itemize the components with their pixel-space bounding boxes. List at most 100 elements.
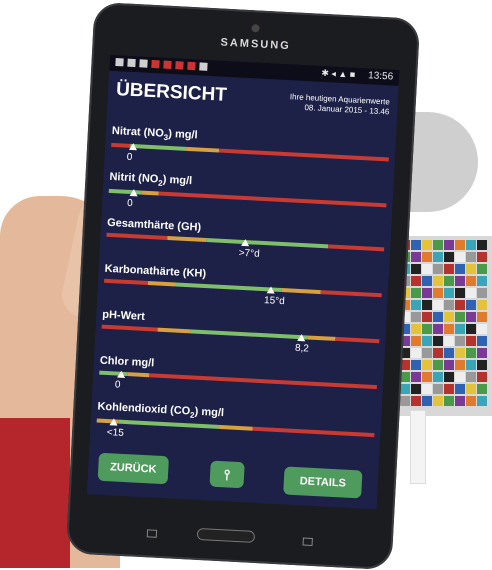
- color-swatch: [400, 384, 410, 394]
- color-swatch: [433, 360, 443, 370]
- color-swatch: [466, 276, 476, 286]
- parameter-row: Gesamthärte (GH) >7°d: [106, 217, 385, 260]
- color-swatch: [422, 300, 432, 310]
- color-swatch: [422, 264, 432, 274]
- value-marker-icon: [109, 418, 118, 426]
- message-notification-icon: [127, 58, 136, 68]
- back-key-icon[interactable]: [302, 537, 313, 546]
- front-camera: [251, 24, 260, 33]
- parameter-value: <15: [106, 427, 125, 440]
- color-swatch: [433, 384, 443, 394]
- color-swatch: [455, 264, 465, 274]
- color-swatch: [477, 240, 487, 250]
- test-strip: [410, 410, 426, 484]
- range-segment: [334, 336, 380, 344]
- color-swatch: [477, 336, 487, 346]
- parameter-row: Nitrat (NO3) mg/l 0: [111, 125, 390, 163]
- color-swatch: [444, 252, 454, 262]
- app-notification-icon: [187, 61, 196, 71]
- color-swatch: [455, 288, 465, 298]
- parameter-row: Nitrit (NO2) mg/l 0: [108, 171, 388, 209]
- parameter-row: pH-Wert 8,2: [101, 309, 381, 355]
- value-marker-icon: [129, 189, 138, 197]
- value-marker-icon: [129, 143, 138, 151]
- signal-icons: ✱ ◂ ▲ ■: [321, 67, 356, 80]
- color-swatch: [477, 252, 487, 262]
- color-swatch: [422, 240, 432, 250]
- app-notification-icon: [163, 60, 172, 69]
- parameter-row: Chlor mg/l 0: [99, 355, 378, 391]
- range-segment: [148, 281, 177, 287]
- color-swatch: [477, 300, 487, 310]
- color-swatch: [422, 360, 432, 370]
- app-notification-icon: [175, 61, 184, 70]
- color-swatch: [466, 348, 476, 358]
- color-swatch: [411, 348, 421, 358]
- home-button[interactable]: [196, 527, 256, 543]
- color-swatch: [411, 324, 421, 334]
- color-swatch: [477, 288, 487, 298]
- color-swatch: [433, 240, 443, 250]
- color-swatch: [466, 240, 476, 250]
- facebook-notification-icon: [115, 58, 124, 67]
- color-swatch: [444, 300, 454, 310]
- color-swatch: [422, 276, 432, 286]
- color-swatch: [455, 384, 465, 394]
- details-button[interactable]: DETAILS: [283, 466, 363, 499]
- color-swatch: [455, 240, 465, 250]
- page-title: ÜBERSICHT: [115, 79, 228, 106]
- color-swatch: [466, 300, 476, 310]
- range-segment: [103, 278, 149, 286]
- color-calibration-card: [396, 236, 492, 416]
- range-segment: [186, 147, 220, 153]
- parameter-row: Karbonathärte (KH) 15°d: [103, 263, 383, 307]
- range-segment: [126, 372, 150, 378]
- color-swatch: [477, 396, 487, 406]
- soft-keys: [67, 519, 394, 556]
- share-button[interactable]: ⫯: [209, 460, 245, 489]
- color-swatch: [433, 312, 443, 322]
- color-swatch: [444, 288, 454, 298]
- value-marker-icon: [241, 238, 250, 247]
- color-swatch: [444, 396, 454, 406]
- color-swatch: [433, 276, 443, 286]
- color-swatch: [433, 288, 443, 298]
- color-swatch: [411, 300, 421, 310]
- color-swatch: [455, 372, 465, 382]
- color-swatch: [466, 396, 476, 406]
- color-swatch: [444, 384, 454, 394]
- color-swatch: [422, 252, 432, 262]
- color-swatch: [422, 324, 432, 334]
- value-marker-icon: [117, 370, 126, 378]
- color-swatch: [411, 312, 421, 322]
- color-swatch: [477, 324, 487, 334]
- color-swatch: [477, 312, 487, 322]
- app-notification-icon: [151, 59, 160, 69]
- color-swatch: [455, 348, 465, 358]
- value-marker-icon: [297, 333, 306, 342]
- range-segment: [141, 190, 159, 196]
- range-segment: [111, 143, 131, 149]
- color-swatch: [444, 312, 454, 322]
- color-swatch: [466, 288, 476, 298]
- color-swatch: [444, 264, 454, 274]
- back-button[interactable]: ZURÜCK: [97, 452, 169, 485]
- color-swatch: [477, 360, 487, 370]
- color-swatch: [422, 384, 432, 394]
- color-swatch: [422, 312, 432, 322]
- color-swatch: [422, 348, 432, 358]
- color-swatch: [477, 372, 487, 382]
- color-swatch: [477, 264, 487, 274]
- color-swatch: [444, 360, 454, 370]
- red-sleeve: [0, 418, 70, 568]
- parameter-value: 15°d: [263, 295, 286, 308]
- color-swatch: [444, 348, 454, 358]
- range-segment: [157, 327, 191, 334]
- color-swatch: [466, 372, 476, 382]
- color-swatch: [433, 336, 443, 346]
- color-swatch: [444, 336, 454, 346]
- range-segment: [320, 290, 382, 298]
- menu-key-icon[interactable]: [146, 529, 158, 538]
- color-swatch: [466, 336, 476, 346]
- color-swatch: [411, 264, 421, 274]
